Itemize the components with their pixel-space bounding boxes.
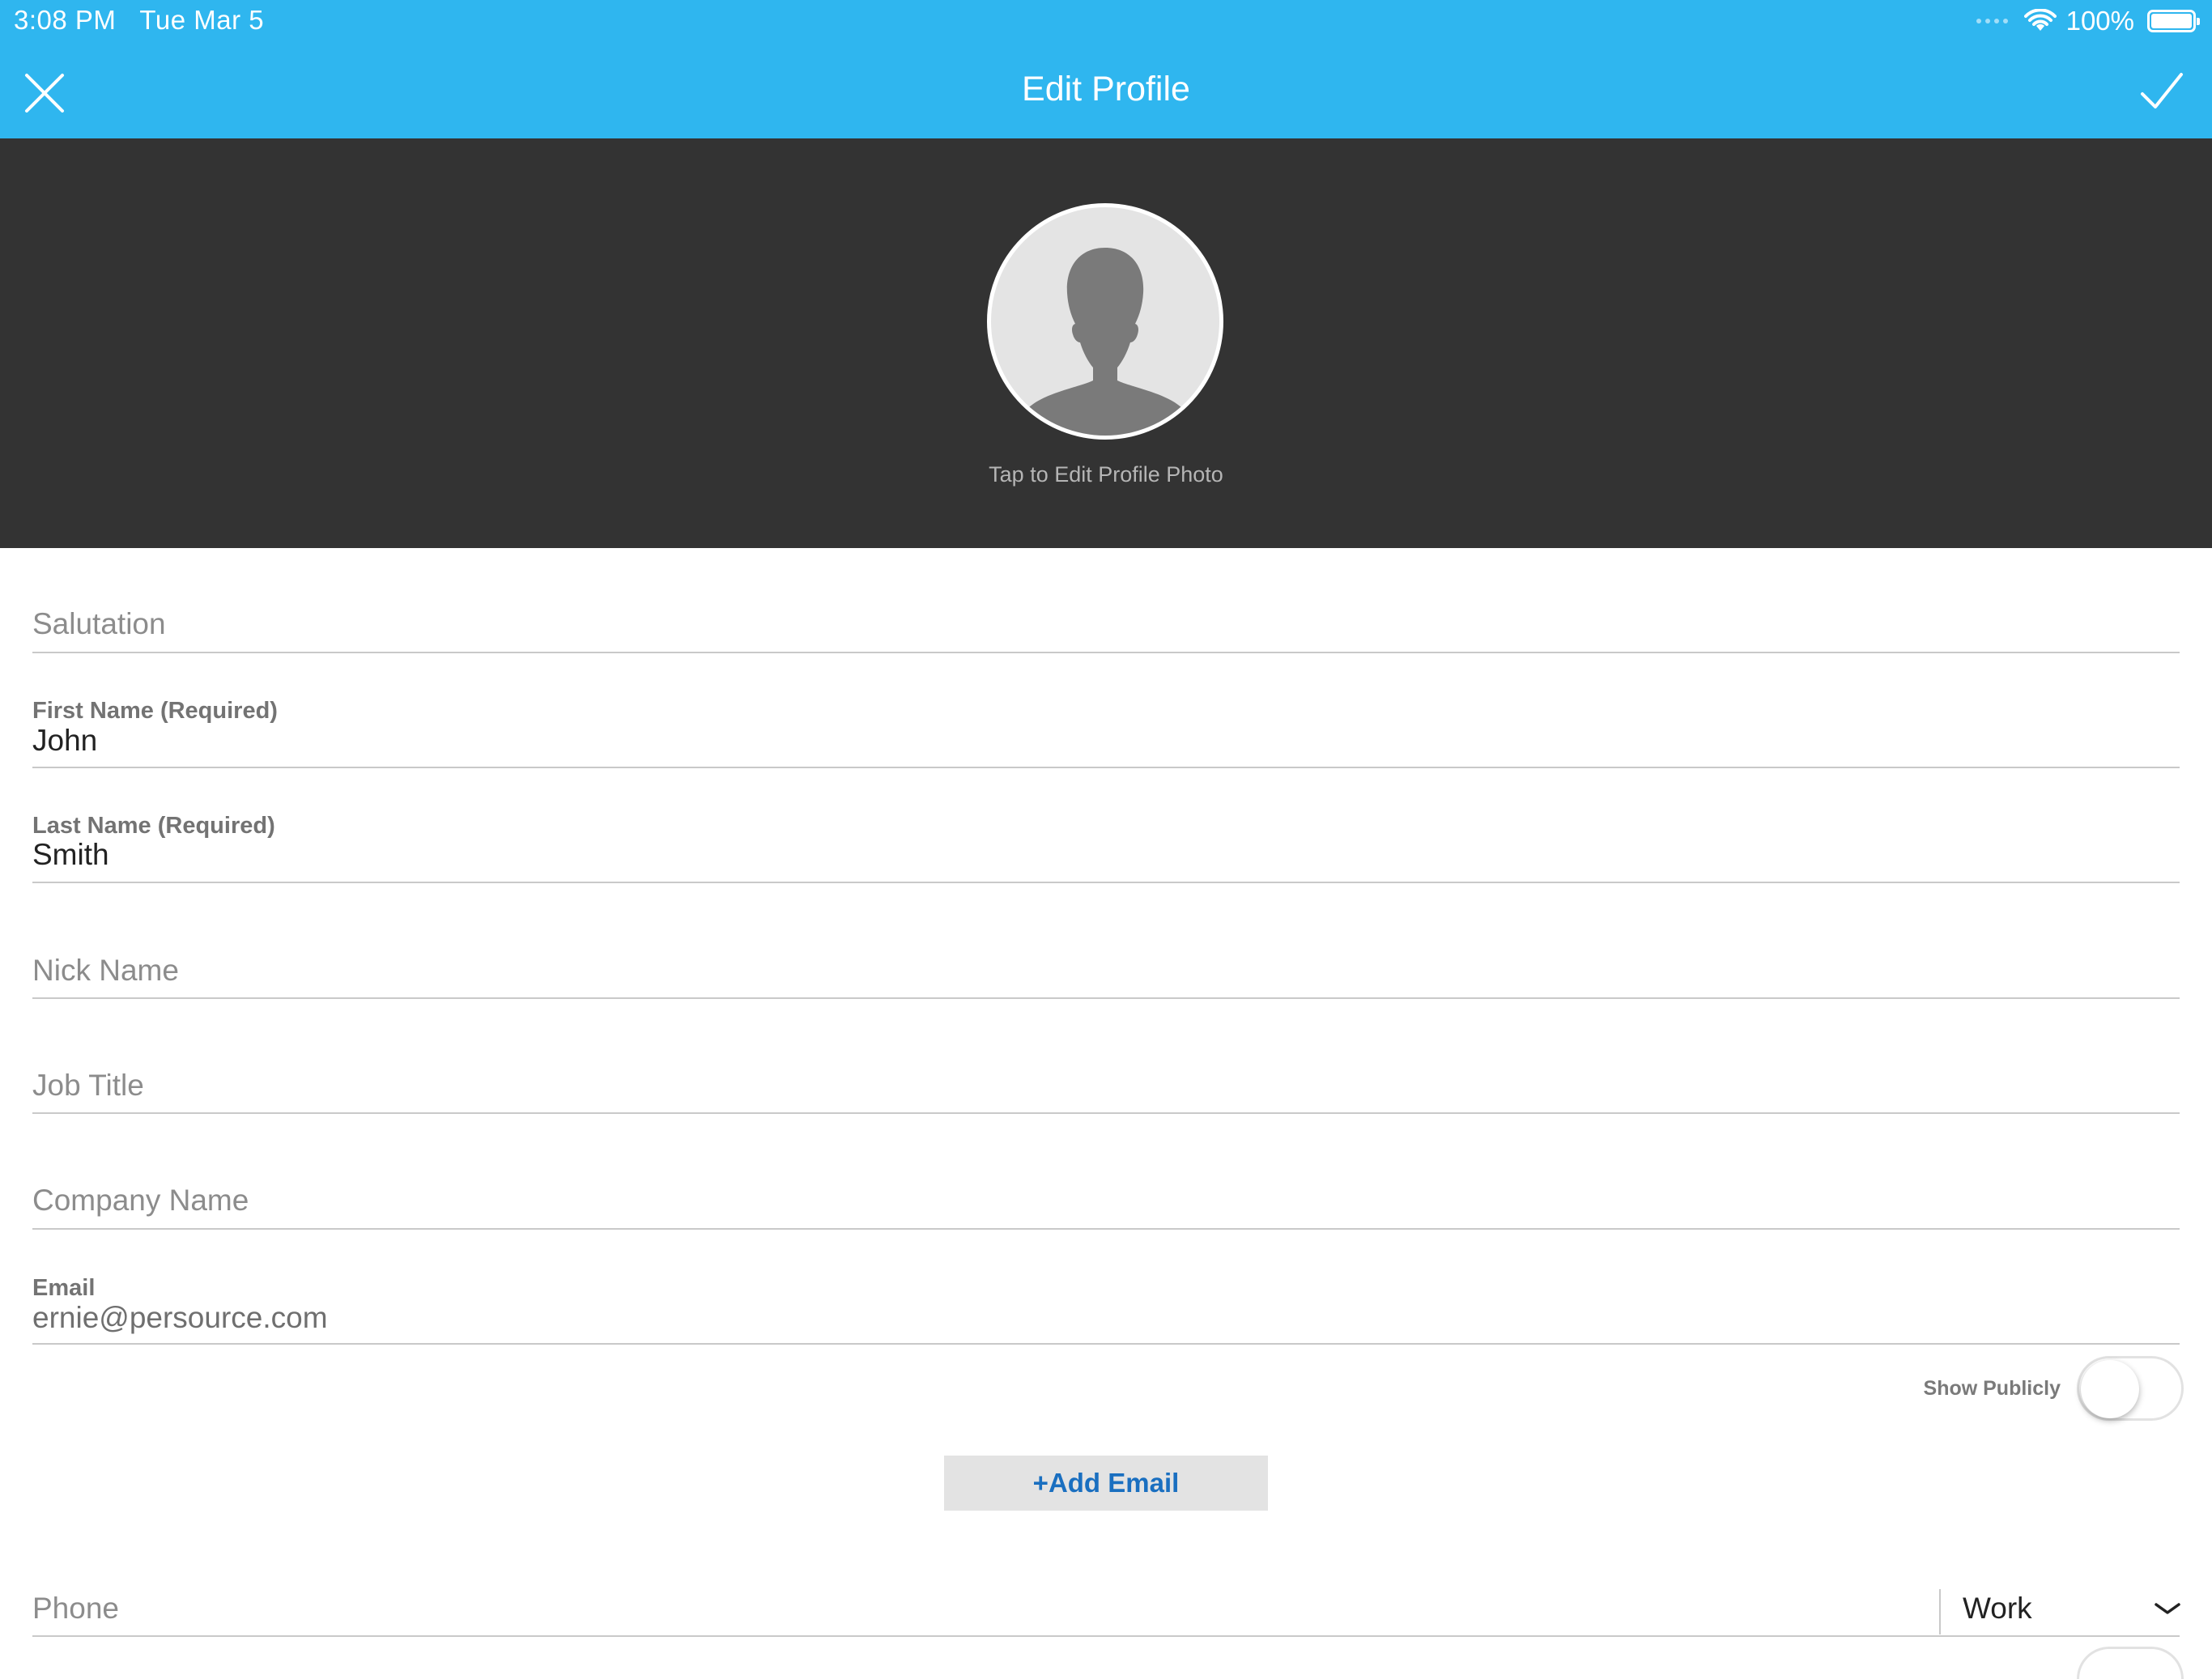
company-name-placeholder: Company Name bbox=[32, 1184, 249, 1217]
signal-dots-icon bbox=[1976, 19, 2008, 23]
show-publicly-label: Show Publicly bbox=[1923, 1376, 2061, 1400]
phone-show-publicly-toggle[interactable] bbox=[2077, 1647, 2184, 1679]
edit-photo-hint[interactable]: Tap to Edit Profile Photo bbox=[0, 462, 2212, 487]
battery-icon bbox=[2147, 10, 2200, 32]
first-name-label: First Name (Required) bbox=[32, 698, 278, 724]
last-name-field[interactable]: Last Name (Required) Smith bbox=[32, 810, 2180, 883]
email-value: ernie@persource.com bbox=[32, 1301, 328, 1334]
salutation-field[interactable]: Salutation bbox=[32, 591, 2180, 653]
navigation-bar: 3:08 PM Tue Mar 5 100% Edit Profile bbox=[0, 0, 2212, 138]
wifi-icon bbox=[2023, 9, 2057, 31]
status-date: Tue Mar 5 bbox=[139, 5, 265, 35]
email-label: Email bbox=[32, 1275, 96, 1301]
phone-placeholder: Phone bbox=[32, 1592, 119, 1625]
company-name-field[interactable]: Company Name bbox=[32, 1168, 2180, 1230]
job-title-field[interactable]: Job Title bbox=[32, 1052, 2180, 1114]
phone-type-divider bbox=[1939, 1589, 1941, 1634]
first-name-value: John bbox=[32, 724, 98, 757]
status-bar-time: 3:08 PM Tue Mar 5 bbox=[14, 5, 264, 36]
job-title-placeholder: Job Title bbox=[32, 1069, 144, 1102]
battery-percent: 100% bbox=[2065, 6, 2134, 36]
save-button[interactable] bbox=[2139, 70, 2184, 113]
nick-name-placeholder: Nick Name bbox=[32, 954, 179, 987]
phone-type-value: Work bbox=[1963, 1592, 2032, 1625]
last-name-label: Last Name (Required) bbox=[32, 813, 275, 839]
show-publicly-toggle[interactable] bbox=[2077, 1356, 2184, 1421]
person-silhouette-icon bbox=[1015, 248, 1195, 436]
status-time: 3:08 PM bbox=[14, 5, 117, 35]
page-title: Edit Profile bbox=[1022, 70, 1190, 108]
add-email-button[interactable]: +Add Email bbox=[944, 1456, 1268, 1511]
checkmark-icon bbox=[2141, 73, 2183, 108]
show-publicly-row: Show Publicly bbox=[1924, 1356, 2184, 1421]
profile-photo-section: Tap to Edit Profile Photo bbox=[0, 138, 2212, 548]
phone-type-select[interactable]: Work bbox=[1963, 1588, 2181, 1629]
toggle-knob bbox=[2081, 1360, 2139, 1418]
nick-name-field[interactable]: Nick Name bbox=[32, 937, 2180, 999]
email-field[interactable]: Email ernie@persource.com bbox=[32, 1272, 2180, 1345]
status-bar-right: 100% bbox=[1976, 3, 2200, 39]
chevron-down-icon bbox=[2155, 1603, 2180, 1614]
salutation-placeholder: Salutation bbox=[32, 607, 166, 640]
profile-photo-button[interactable] bbox=[987, 203, 1223, 440]
first-name-field[interactable]: First Name (Required) John bbox=[32, 695, 2180, 768]
last-name-value: Smith bbox=[32, 838, 109, 871]
phone-field[interactable]: Phone bbox=[32, 1575, 2180, 1637]
